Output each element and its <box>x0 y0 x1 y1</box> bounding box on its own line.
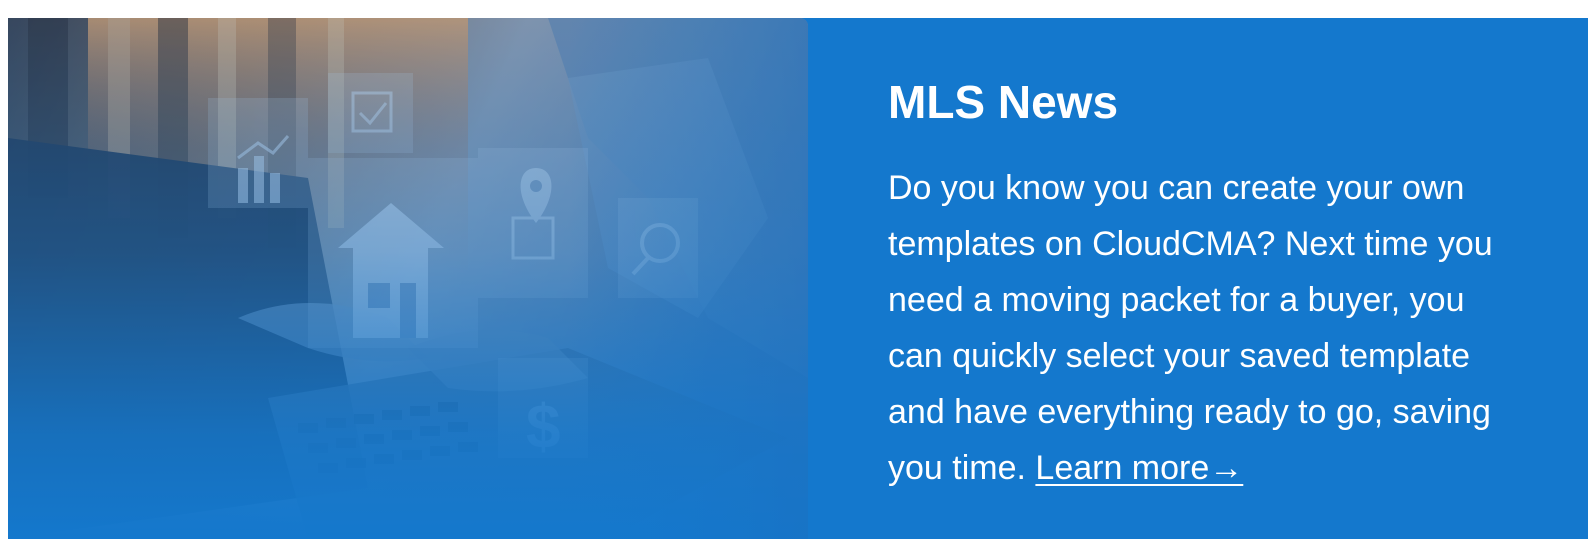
learn-more-link[interactable]: Learn more→ <box>1035 449 1243 487</box>
hero-illustration: $ <box>8 18 808 539</box>
hero-image: $ <box>8 18 808 539</box>
news-content: MLS News Do you know you can create your… <box>888 74 1548 496</box>
news-title: MLS News <box>888 76 1119 128</box>
mls-news-banner: $ MLS News Do you know you can create yo… <box>8 18 1588 539</box>
news-body-text: Do you know you can create your own temp… <box>888 169 1493 487</box>
news-body: Do you know you can create your own temp… <box>888 160 1528 496</box>
